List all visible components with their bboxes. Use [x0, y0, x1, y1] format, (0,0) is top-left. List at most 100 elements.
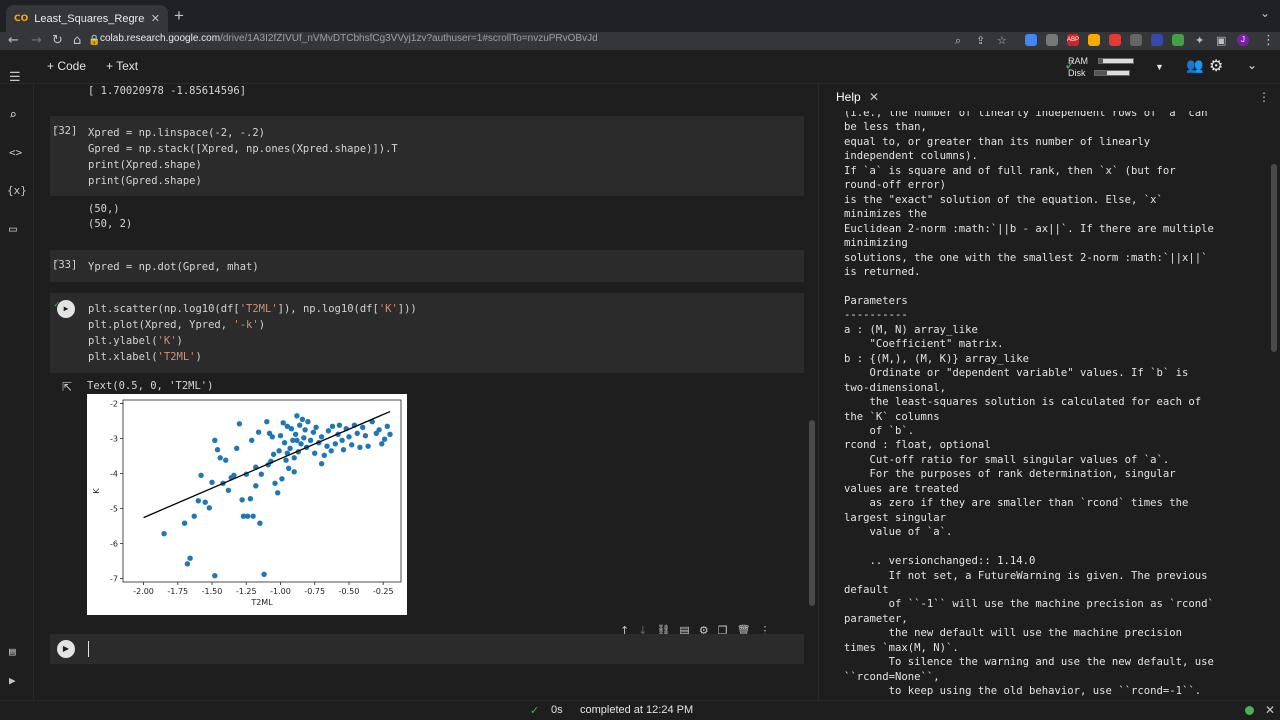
status-message: completed at 12:24 PM	[580, 704, 694, 716]
colab-toolbar: + Code + Text ✓ RAM Disk ▼ 👥 ⚙ ⌄	[0, 50, 1280, 84]
scatter-point	[272, 480, 278, 486]
extension-icon[interactable]	[1088, 34, 1100, 46]
new-tab-button[interactable]: +	[174, 6, 184, 26]
run-cell-button[interactable]: ▶	[57, 640, 75, 658]
help-close-icon[interactable]: ✕	[869, 90, 879, 104]
cell-output: (50,) (50, 2)	[88, 203, 133, 230]
help-line: as zero if they are smaller than `rcond`…	[844, 497, 1189, 510]
code-cell-32[interactable]: ✓ [32] Xpred = np.linspace(-2, -.2) Gpre…	[50, 116, 804, 196]
code-cell-33[interactable]: ✓ [33] Ypred = np.dot(Gpred, mhat)	[50, 250, 804, 282]
help-line: two-dimensional,	[844, 381, 947, 394]
scatter-point	[181, 520, 188, 526]
y-tick-label: -4	[110, 470, 118, 479]
execution-time: 0s	[551, 704, 563, 716]
scatter-point	[269, 434, 275, 440]
run-cell-button[interactable]: ▶	[57, 300, 75, 318]
scatter-point	[217, 455, 223, 461]
connection-status-dot	[1245, 706, 1254, 715]
scatter-point	[187, 555, 193, 561]
code-snippets-icon[interactable]: <>	[9, 146, 22, 159]
table-of-contents-icon[interactable]: ☰	[9, 70, 21, 85]
scatter-point	[161, 531, 167, 537]
variables-icon[interactable]: {x}	[7, 184, 27, 197]
add-text-button[interactable]: + Text	[106, 59, 138, 73]
scatter-point	[287, 445, 293, 451]
status-close-icon[interactable]: ✕	[1265, 703, 1275, 717]
ram-bar	[1098, 58, 1134, 64]
zoom-icon[interactable]: ⌕	[955, 34, 961, 48]
scatter-point	[257, 520, 263, 526]
extension-icon[interactable]	[1109, 34, 1121, 46]
scatter-point	[291, 469, 297, 475]
output-actions-icon[interactable]: ⇱	[62, 380, 72, 394]
notebook-scrollbar[interactable]	[809, 420, 815, 606]
extension-icon[interactable]	[1046, 34, 1058, 46]
side-panel-icon[interactable]: ▣	[1216, 34, 1226, 47]
share-icon[interactable]: ⇪	[976, 34, 985, 47]
scatter-point	[354, 430, 360, 436]
cell-output: Text(0.5, 0, 'T2ML')	[87, 380, 214, 392]
files-folder-icon[interactable]: ▭	[9, 222, 17, 237]
code-token: plt.scatter(np.log10(df[	[88, 303, 240, 315]
string-token: 'T2ML'	[239, 303, 278, 315]
y-tick-label: -2	[110, 400, 118, 409]
collapse-chevron-icon[interactable]: ⌄	[1247, 58, 1257, 72]
help-line: round-off error)	[844, 179, 947, 192]
scatter-point	[307, 437, 314, 443]
left-sidebar: ☰ ⌕ <> {x} ▭ ▤ ▶	[0, 70, 34, 700]
forward-icon[interactable]: →	[31, 33, 42, 48]
browser-tab[interactable]: CO Least_Squares_Regression_Py ✕	[6, 5, 168, 32]
address-bar[interactable]: colab.research.google.com/drive/1A3I2fZI…	[100, 33, 598, 44]
tab-close-icon[interactable]: ✕	[151, 12, 160, 25]
help-scrollbar[interactable]	[1271, 164, 1277, 352]
extensions-puzzle-icon[interactable]: ✦	[1195, 34, 1204, 47]
home-icon[interactable]: ⌂	[73, 33, 81, 48]
scatter-point	[302, 427, 308, 433]
code-editor[interactable]: Xpred = np.linspace(-2, -.2) Gpred = np.…	[88, 125, 398, 189]
add-code-button[interactable]: + Code	[47, 59, 86, 73]
scatter-point	[214, 447, 221, 453]
help-line: of ``-1`` will use the machine precision…	[844, 598, 1214, 611]
extension-icon[interactable]	[1172, 34, 1184, 46]
back-icon[interactable]: ←	[8, 33, 19, 48]
lock-icon[interactable]: 🔒	[88, 35, 100, 46]
scatter-point	[249, 437, 255, 443]
scatter-point	[360, 424, 366, 430]
scatter-point	[258, 471, 264, 477]
help-title: Help	[836, 90, 861, 104]
tab-search-icon[interactable]: ⌄	[1260, 6, 1270, 20]
x-tick-label: -1.75	[167, 587, 188, 596]
extension-icon[interactable]	[1151, 34, 1163, 46]
profile-avatar[interactable]: J	[1237, 34, 1249, 46]
browser-menu-icon[interactable]: ⋮	[1262, 33, 1275, 48]
bookmark-star-icon[interactable]: ☆	[997, 34, 1007, 47]
share-people-icon[interactable]: 👥	[1186, 57, 1203, 74]
runtime-dropdown-icon[interactable]: ▼	[1155, 62, 1164, 72]
code-line: plt.plot(Xpred, Ypred, '-k')	[88, 317, 417, 333]
help-line: (i.e., the number of linearly independen…	[844, 111, 1208, 119]
search-icon[interactable]: ⌕	[9, 108, 17, 123]
help-panel: Help ✕ ⋮ (i.e., the number of linearly i…	[818, 84, 1280, 700]
scatter-point	[313, 424, 319, 430]
scatter-point	[195, 498, 201, 504]
command-palette-icon[interactable]: ▤	[9, 645, 16, 658]
terminal-icon[interactable]: ▶	[9, 674, 16, 687]
help-line: times `max(M, N)`.	[844, 641, 959, 654]
settings-gear-icon[interactable]: ⚙	[1209, 56, 1223, 76]
y-tick-label: -7	[110, 575, 118, 584]
code-editor[interactable]: plt.scatter(np.log10(df['T2ML']), np.log…	[88, 301, 417, 365]
scatter-point	[198, 472, 204, 478]
reload-icon[interactable]: ↻	[52, 33, 63, 48]
x-tick-label: -1.50	[202, 587, 223, 596]
extension-icon[interactable]	[1025, 34, 1037, 46]
empty-code-cell[interactable]: ▶	[50, 634, 804, 664]
resource-monitor[interactable]: RAM Disk	[1068, 55, 1134, 79]
code-cell-plot[interactable]: ✓ ▶ plt.scatter(np.log10(df['T2ML']), np…	[50, 293, 804, 373]
scatter-point	[321, 452, 327, 458]
adblock-extension-icon[interactable]: ABP	[1067, 34, 1079, 46]
help-line: Ordinate or "dependent variable" values.…	[844, 367, 1189, 380]
code-token: )	[258, 319, 266, 331]
code-editor[interactable]: Ypred = np.dot(Gpred, mhat)	[88, 259, 259, 275]
extension-icon[interactable]	[1130, 34, 1142, 46]
help-more-icon[interactable]: ⋮	[1258, 90, 1270, 104]
